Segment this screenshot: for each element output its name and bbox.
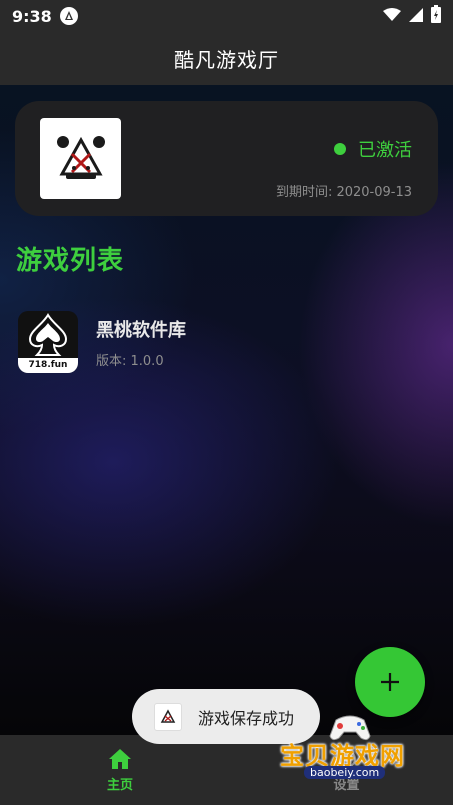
battery-charging-icon [431,5,441,27]
status-bar: 9:38 [0,0,453,32]
app-logo [40,118,121,199]
home-icon [109,748,131,769]
watermark-url: baobeiy.com [304,766,386,779]
game-badge: 718.fun [18,358,78,373]
game-version: 版本: 1.0.0 [96,353,164,369]
status-dot [334,143,346,155]
license-card: 已激活 到期时间: 2020-09-13 [15,101,438,216]
status-icons [383,5,441,27]
watermark: 宝贝游戏网 baobeiy.com [278,712,428,790]
game-info: 黑桃软件库 版本: 1.0.0 [96,316,186,369]
wifi-icon [383,7,401,26]
plus-icon [381,673,399,691]
spade-icon: 718.fun [18,311,78,373]
main-content: 已激活 到期时间: 2020-09-13 游戏列表 718.fun 黑桃软件库 … [0,85,453,735]
section-title: 游戏列表 [16,246,125,276]
app-notification-icon [59,7,78,25]
expiry-date: 到期时间: 2020-09-13 [275,185,412,200]
page-title: 酷凡游戏厅 [174,48,279,72]
activation-status: 已激活 [334,136,412,162]
activation-label: 已激活 [358,140,412,161]
app-logo-small-icon [154,702,182,731]
status-time: 9:38 [12,6,52,26]
nav-home-label: 主页 [106,777,133,793]
add-game-button[interactable] [355,647,425,717]
game-name: 黑桃软件库 [96,319,186,341]
game-list-item[interactable]: 718.fun 黑桃软件库 版本: 1.0.0 [18,311,438,373]
signal-icon [409,7,423,26]
nav-home[interactable]: 主页 [0,735,240,805]
app-bar: 酷凡游戏厅 [0,32,453,85]
